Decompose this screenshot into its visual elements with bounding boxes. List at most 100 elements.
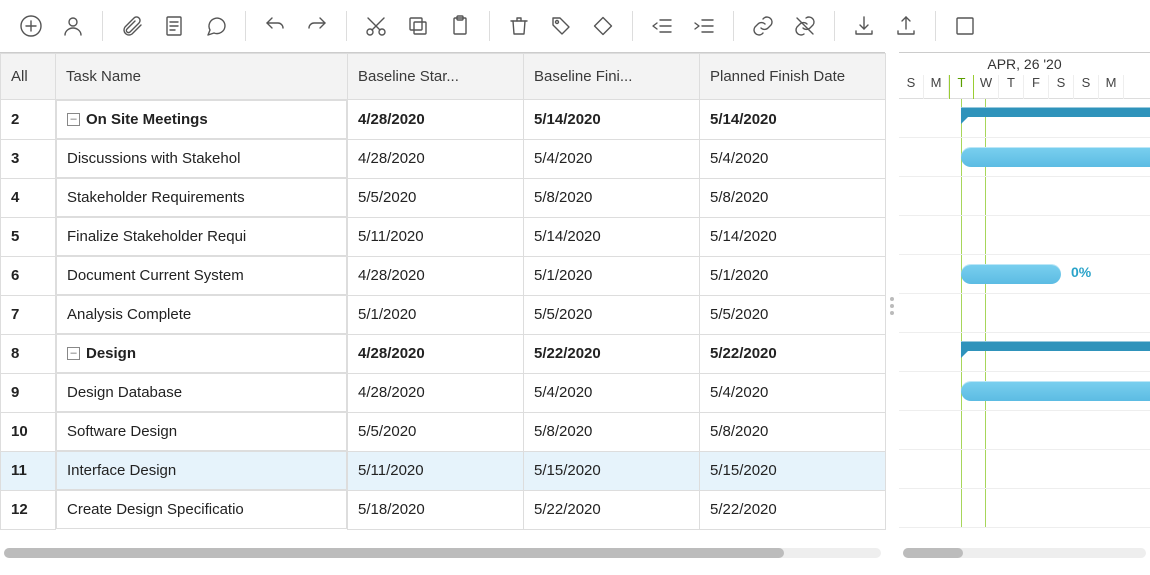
add-icon[interactable] <box>17 12 45 40</box>
gantt-summary-bar[interactable] <box>961 341 1150 351</box>
baseline-start-cell[interactable]: 5/5/2020 <box>348 178 524 217</box>
collapse-toggle[interactable]: – <box>67 113 80 126</box>
grid-scroll-thumb[interactable] <box>4 548 784 558</box>
baseline-start-cell[interactable]: 4/28/2020 <box>348 334 524 373</box>
task-name-cell[interactable]: Discussions with Stakehol <box>56 139 347 178</box>
col-bf[interactable]: Baseline Fini... <box>524 54 700 100</box>
table-row[interactable]: 2–On Site Meetings4/28/20205/14/20205/14… <box>1 100 886 140</box>
redo-icon[interactable] <box>303 12 331 40</box>
task-name-cell[interactable]: Software Design <box>56 412 347 451</box>
baseline-finish-cell[interactable]: 5/4/2020 <box>524 373 700 412</box>
baseline-finish-cell[interactable]: 5/8/2020 <box>524 178 700 217</box>
table-row[interactable]: 3Discussions with Stakehol4/28/20205/4/2… <box>1 139 886 178</box>
gantt-row[interactable] <box>899 216 1150 255</box>
task-name-cell[interactable]: Stakeholder Requirements <box>56 178 347 217</box>
gantt-row[interactable] <box>899 177 1150 216</box>
planned-finish-cell[interactable]: 5/1/2020 <box>700 256 886 295</box>
baseline-finish-cell[interactable]: 5/14/2020 <box>524 100 700 140</box>
more-icon[interactable] <box>951 12 979 40</box>
link-icon[interactable] <box>749 12 777 40</box>
gantt-task-bar[interactable] <box>961 147 1150 167</box>
delete-icon[interactable] <box>505 12 533 40</box>
planned-finish-cell[interactable]: 5/15/2020 <box>700 451 886 490</box>
paste-icon[interactable] <box>446 12 474 40</box>
attachment-icon[interactable] <box>118 12 146 40</box>
col-bs[interactable]: Baseline Star... <box>348 54 524 100</box>
planned-finish-cell[interactable]: 5/22/2020 <box>700 334 886 373</box>
task-name-cell[interactable]: –Design <box>56 334 347 373</box>
indent-icon[interactable] <box>690 12 718 40</box>
baseline-start-cell[interactable]: 4/28/2020 <box>348 373 524 412</box>
baseline-finish-cell[interactable]: 5/4/2020 <box>524 139 700 178</box>
gantt-row[interactable] <box>899 333 1150 372</box>
baseline-start-cell[interactable]: 5/5/2020 <box>348 412 524 451</box>
baseline-finish-cell[interactable]: 5/22/2020 <box>524 490 700 529</box>
baseline-finish-cell[interactable]: 5/5/2020 <box>524 295 700 334</box>
gantt-row[interactable] <box>899 99 1150 138</box>
cut-icon[interactable] <box>362 12 390 40</box>
planned-finish-cell[interactable]: 5/22/2020 <box>700 490 886 529</box>
gantt-row[interactable] <box>899 411 1150 450</box>
col-pf[interactable]: Planned Finish Date <box>700 54 886 100</box>
gantt-row[interactable] <box>899 450 1150 489</box>
table-row[interactable]: 5Finalize Stakeholder Requi5/11/20205/14… <box>1 217 886 256</box>
gantt-h-scrollbar[interactable] <box>903 548 1146 558</box>
baseline-start-cell[interactable]: 4/28/2020 <box>348 256 524 295</box>
baseline-start-cell[interactable]: 5/11/2020 <box>348 451 524 490</box>
table-row[interactable]: 4Stakeholder Requirements5/5/20205/8/202… <box>1 178 886 217</box>
gantt-summary-bar[interactable] <box>961 107 1150 117</box>
comment-icon[interactable] <box>202 12 230 40</box>
planned-finish-cell[interactable]: 5/4/2020 <box>700 139 886 178</box>
export-icon[interactable] <box>892 12 920 40</box>
gantt-scroll-thumb[interactable] <box>903 548 963 558</box>
baseline-start-cell[interactable]: 5/18/2020 <box>348 490 524 529</box>
table-row[interactable]: 8–Design4/28/20205/22/20205/22/2020 <box>1 334 886 373</box>
gantt-row[interactable] <box>899 489 1150 528</box>
col-id[interactable]: All <box>1 54 56 100</box>
planned-finish-cell[interactable]: 5/14/2020 <box>700 217 886 256</box>
copy-icon[interactable] <box>404 12 432 40</box>
baseline-finish-cell[interactable]: 5/22/2020 <box>524 334 700 373</box>
task-name-cell[interactable]: Create Design Specificatio <box>56 490 347 529</box>
gantt-body[interactable]: 0% <box>899 99 1150 528</box>
pane-splitter[interactable] <box>885 52 899 560</box>
baseline-start-cell[interactable]: 4/28/2020 <box>348 100 524 140</box>
grid-h-scrollbar[interactable] <box>4 548 881 558</box>
milestone-icon[interactable] <box>589 12 617 40</box>
gantt-task-bar[interactable] <box>961 264 1061 284</box>
baseline-finish-cell[interactable]: 5/1/2020 <box>524 256 700 295</box>
task-name-cell[interactable]: Analysis Complete <box>56 295 347 334</box>
table-row[interactable]: 12Create Design Specificatio5/18/20205/2… <box>1 490 886 529</box>
task-name-cell[interactable]: Document Current System <box>56 256 347 295</box>
baseline-start-cell[interactable]: 5/1/2020 <box>348 295 524 334</box>
task-name-cell[interactable]: Design Database <box>56 373 347 412</box>
gantt-row[interactable] <box>899 138 1150 177</box>
baseline-finish-cell[interactable]: 5/8/2020 <box>524 412 700 451</box>
gantt-task-bar[interactable] <box>961 381 1150 401</box>
import-icon[interactable] <box>850 12 878 40</box>
task-name-cell[interactable]: Interface Design <box>56 451 347 490</box>
baseline-finish-cell[interactable]: 5/14/2020 <box>524 217 700 256</box>
baseline-start-cell[interactable]: 4/28/2020 <box>348 139 524 178</box>
undo-icon[interactable] <box>261 12 289 40</box>
planned-finish-cell[interactable]: 5/14/2020 <box>700 100 886 140</box>
outdent-icon[interactable] <box>648 12 676 40</box>
task-name-cell[interactable]: –On Site Meetings <box>56 100 347 139</box>
gantt-row[interactable] <box>899 294 1150 333</box>
gantt-row[interactable] <box>899 255 1150 294</box>
collapse-toggle[interactable]: – <box>67 347 80 360</box>
tag-icon[interactable] <box>547 12 575 40</box>
planned-finish-cell[interactable]: 5/8/2020 <box>700 178 886 217</box>
planned-finish-cell[interactable]: 5/8/2020 <box>700 412 886 451</box>
gantt-row[interactable] <box>899 372 1150 411</box>
col-name[interactable]: Task Name <box>56 54 348 100</box>
planned-finish-cell[interactable]: 5/4/2020 <box>700 373 886 412</box>
table-row[interactable]: 6Document Current System4/28/20205/1/202… <box>1 256 886 295</box>
table-row[interactable]: 7Analysis Complete5/1/20205/5/20205/5/20… <box>1 295 886 334</box>
table-row[interactable]: 10Software Design5/5/20205/8/20205/8/202… <box>1 412 886 451</box>
unlink-icon[interactable] <box>791 12 819 40</box>
planned-finish-cell[interactable]: 5/5/2020 <box>700 295 886 334</box>
person-icon[interactable] <box>59 12 87 40</box>
note-icon[interactable] <box>160 12 188 40</box>
task-name-cell[interactable]: Finalize Stakeholder Requi <box>56 217 347 256</box>
